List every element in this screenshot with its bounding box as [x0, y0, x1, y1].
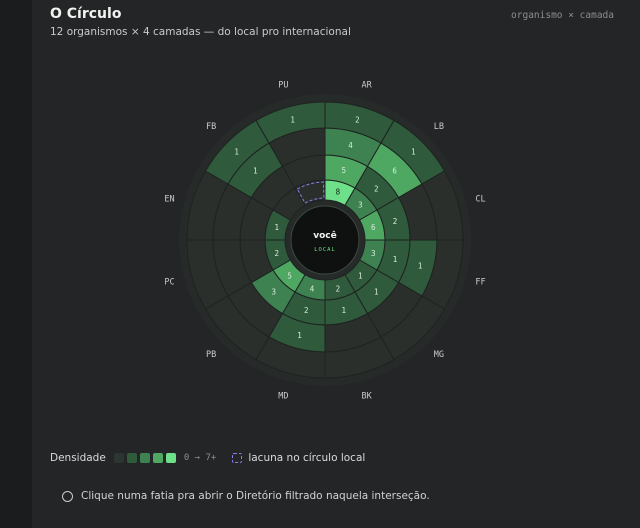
slice-value-mg-2: 1 — [374, 287, 379, 296]
info-circle-icon — [62, 490, 73, 502]
slice-value-md-2: 2 — [304, 306, 309, 315]
organism-label-ff: FF — [475, 278, 485, 288]
slice-value-bk-1: 2 — [336, 284, 341, 293]
slice-value-bk-2: 1 — [342, 306, 347, 315]
organism-label-fb: FB — [206, 122, 216, 132]
slice-value-lb-2: 2 — [374, 185, 379, 194]
slice-value-pb-1: 5 — [287, 271, 292, 280]
slice-value-md-1: 4 — [310, 284, 315, 293]
hint-text: Clique numa fatia pra abrir o Diretório … — [81, 490, 430, 502]
slice-value-fb-4: 1 — [234, 148, 239, 157]
legend-swatch-3 — [152, 453, 163, 463]
center-label: você — [313, 230, 337, 241]
hint: Clique numa fatia pra abrir o Diretório … — [62, 490, 430, 502]
slice-value-ar-1: 8 — [336, 188, 341, 197]
slice-value-ar-2: 5 — [342, 166, 347, 175]
slice-value-lb-1: 3 — [358, 201, 363, 210]
slice-value-pu-4: 1 — [290, 115, 295, 124]
slice-value-lb-4: 1 — [411, 148, 416, 157]
slice-value-fb-3: 1 — [253, 166, 258, 175]
slice-value-mg-1: 1 — [358, 271, 363, 280]
organism-label-pb: PB — [206, 350, 216, 360]
slice-value-en-1: 1 — [274, 223, 279, 232]
slice-value-ff-3: 1 — [418, 261, 423, 270]
slice-value-cl-1: 6 — [371, 223, 376, 232]
slice-value-pc-1: 2 — [274, 249, 279, 258]
legend-gap-label: lacuna no círculo local — [248, 452, 366, 464]
legend-gap-swatch — [232, 453, 243, 463]
organism-label-lb: LB — [434, 122, 444, 132]
legend-swatch-1 — [126, 453, 137, 463]
slice-value-md-3: 1 — [297, 331, 302, 340]
slice-value-lb-3: 6 — [392, 166, 397, 175]
center-sublabel: LOCAL — [314, 247, 336, 253]
organism-label-cl: CL — [475, 194, 485, 204]
organism-label-en: EN — [164, 194, 174, 204]
slice-value-ff-2: 1 — [393, 255, 398, 264]
slice-value-ff-1: 3 — [371, 249, 376, 258]
legend: Densidade 0 → 7+ lacuna no círculo local — [50, 452, 365, 464]
slice-value-ar-3: 4 — [348, 141, 353, 150]
slice-value-ar-4: 2 — [355, 115, 360, 124]
organism-label-mg: MG — [434, 350, 444, 360]
organism-label-pc: PC — [164, 278, 174, 288]
slice-value-pb-2: 3 — [271, 287, 276, 296]
legend-swatch-0 — [113, 453, 124, 463]
organism-label-pu: PU — [278, 80, 288, 90]
circle-chart: 8 5 4 2 AR 3 2 6 1 LB 6 2 CL 3 1 1 FF 1 1 MG 2 1 BK 4 2 1 MD 5 3 PB 2 P… — [164, 80, 485, 402]
legend-range: 0 → 7+ — [183, 453, 217, 463]
organism-label-bk: BK — [362, 392, 373, 402]
slice-value-cl-2: 2 — [393, 217, 398, 226]
legend-swatch-2 — [139, 453, 150, 463]
legend-density-label: Densidade — [50, 452, 106, 464]
organism-label-md: MD — [278, 392, 288, 402]
organism-label-ar: AR — [362, 80, 373, 90]
legend-swatch-4 — [165, 453, 176, 463]
